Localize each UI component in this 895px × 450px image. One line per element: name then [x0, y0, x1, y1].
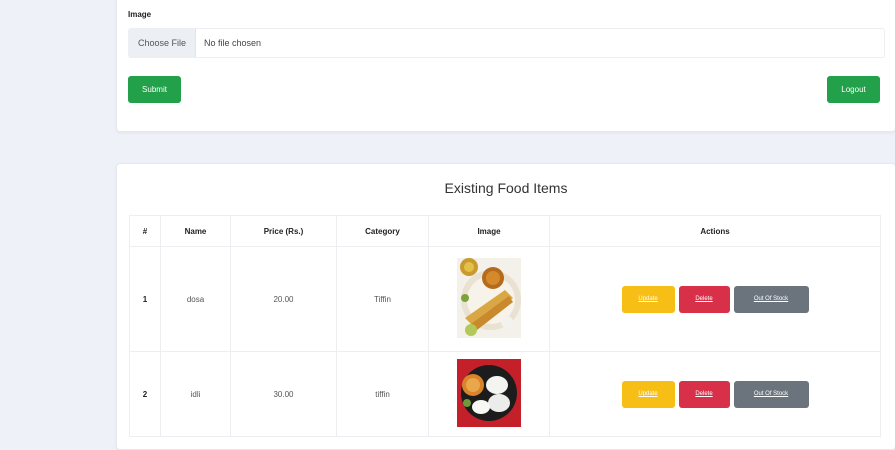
- file-status-text: No file chosen: [204, 38, 262, 48]
- dosa-photo-icon: [457, 258, 521, 338]
- header-category: Category: [336, 215, 429, 247]
- food-name: idli: [160, 351, 231, 437]
- table-row: 2 idli 30.00 tiffin Update Delete Out Of…: [129, 351, 881, 437]
- header-actions: Actions: [549, 215, 881, 247]
- image-field-label: Image: [128, 10, 152, 19]
- actions-cell: Update Delete Out Of Stock: [549, 351, 881, 437]
- food-items-table: # Name Price (Rs.) Category Image Action…: [129, 215, 881, 437]
- actions-cell: Update Delete Out Of Stock: [549, 246, 881, 352]
- row-number: 1: [129, 246, 161, 352]
- food-price: 20.00: [230, 246, 337, 352]
- food-name: dosa: [160, 246, 231, 352]
- header-name: Name: [160, 215, 231, 247]
- food-price: 30.00: [230, 351, 337, 437]
- table-header-row: # Name Price (Rs.) Category Image Action…: [129, 215, 881, 247]
- choose-file-button[interactable]: Choose File: [129, 29, 197, 57]
- food-category: tiffin: [336, 351, 429, 437]
- delete-button[interactable]: Delete: [678, 380, 730, 408]
- header-image: Image: [428, 215, 550, 247]
- out-of-stock-button[interactable]: Out Of Stock: [733, 285, 809, 313]
- food-items-card: Existing Food Items # Name Price (Rs.) C…: [116, 163, 895, 450]
- row-number: 2: [129, 351, 161, 437]
- food-image-cell: [428, 246, 550, 352]
- food-image-cell: [428, 351, 550, 437]
- food-category: Tiffin: [336, 246, 429, 352]
- update-button[interactable]: Update: [621, 285, 675, 313]
- header-number: #: [129, 215, 161, 247]
- table-title: Existing Food Items: [444, 180, 568, 196]
- table-row: 1 dosa 20.00 Tiffin Update Delete Out Of…: [129, 246, 881, 352]
- header-price: Price (Rs.): [230, 215, 337, 247]
- update-button[interactable]: Update: [621, 380, 675, 408]
- image-file-input[interactable]: Choose File No file chosen: [128, 28, 885, 58]
- logout-button[interactable]: Logout: [827, 76, 880, 103]
- out-of-stock-button[interactable]: Out Of Stock: [733, 380, 809, 408]
- idli-photo-icon: [457, 359, 521, 427]
- delete-button[interactable]: Delete: [678, 285, 730, 313]
- submit-button[interactable]: Submit: [128, 76, 181, 103]
- add-food-form-card: Image Choose File No file chosen Submit …: [116, 0, 895, 132]
